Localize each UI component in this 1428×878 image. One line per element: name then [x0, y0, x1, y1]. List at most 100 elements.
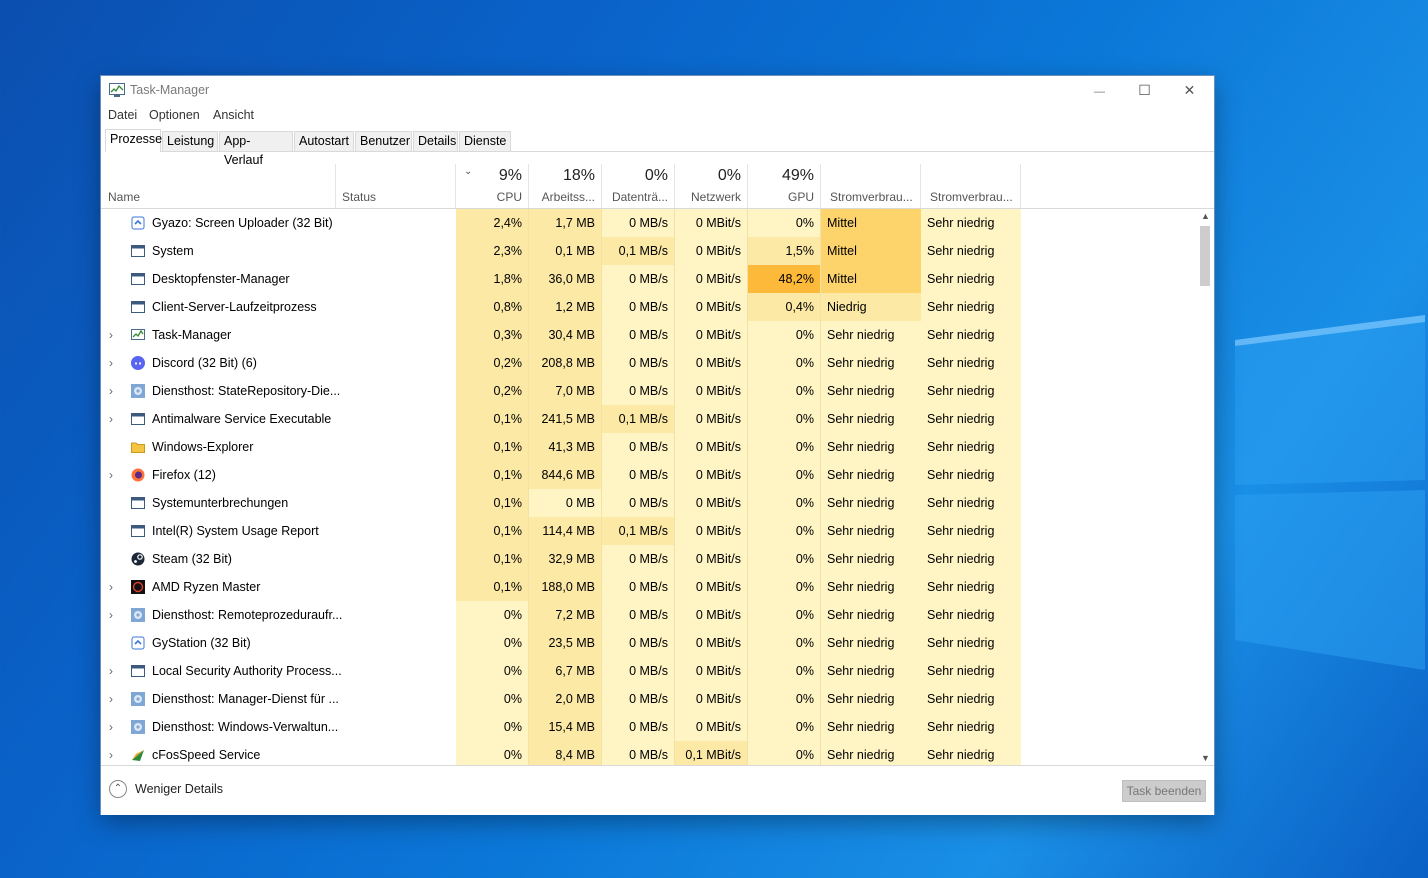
cell-net: 0 MBit/s	[675, 685, 748, 713]
table-row[interactable]: › Discord (32 Bit) (6) 0,2% 208,8 MB 0 MB/s 0…	[101, 349, 1197, 377]
table-row[interactable]: › AMD Ryzen Master 0,1% 188,0 MB 0 MB/s 0 MBi…	[101, 573, 1197, 601]
cell-disk: 0 MB/s	[602, 573, 675, 601]
column-gpu-percent: 49%	[781, 167, 814, 184]
chevron-right-icon[interactable]: ›	[109, 657, 113, 685]
chevron-right-icon[interactable]: ›	[109, 349, 113, 377]
process-name: Task-Manager	[152, 328, 232, 342]
column-name[interactable]: Name	[101, 164, 336, 208]
table-row[interactable]: Steam (32 Bit) 0,1% 32,9 MB 0 MB/s 0 MBit/s 0…	[101, 545, 1197, 573]
cell-power-trend: Sehr niedrig	[921, 545, 1021, 573]
table-row[interactable]: › Local Security Authority Process... 0% 6,…	[101, 657, 1197, 685]
tab-details[interactable]: Details	[413, 131, 458, 151]
chevron-right-icon[interactable]: ›	[109, 461, 113, 489]
windows-logo-background	[1235, 315, 1425, 670]
column-power[interactable]: Stromverbrau...	[821, 164, 921, 208]
menu-optionen[interactable]: Optionen	[149, 108, 200, 122]
close-button[interactable]: ✕	[1167, 76, 1212, 104]
cell-power-trend: Sehr niedrig	[921, 321, 1021, 349]
tab-autostart[interactable]: Autostart	[294, 131, 354, 151]
column-network[interactable]: 0% Netzwerk	[675, 164, 748, 208]
cell-power-trend: Sehr niedrig	[921, 377, 1021, 405]
column-gpu[interactable]: 49% GPU	[748, 164, 821, 208]
minimize-button[interactable]: —	[1077, 76, 1122, 104]
tab-prozesse[interactable]: Prozesse	[105, 129, 162, 152]
chevron-right-icon[interactable]: ›	[109, 573, 113, 601]
chevron-right-icon[interactable]: ›	[109, 405, 113, 433]
cell-net: 0 MBit/s	[675, 657, 748, 685]
cell-cpu: 0%	[456, 741, 529, 765]
cell-net: 0 MBit/s	[675, 433, 748, 461]
table-row[interactable]: Client-Server-Laufzeitprozess 0,8% 1,2 MB 0…	[101, 293, 1197, 321]
column-network-percent: 0%	[717, 167, 741, 184]
chevron-right-icon[interactable]: ›	[109, 601, 113, 629]
table-row[interactable]: › Diensthost: Manager-Dienst für ... 0% 2,0…	[101, 685, 1197, 713]
cell-mem: 0,1 MB	[529, 237, 602, 265]
cell-power-trend: Sehr niedrig	[921, 741, 1021, 765]
chevron-right-icon[interactable]: ›	[109, 685, 113, 713]
task-manager-window: Task-Manager — ☐ ✕ Datei Optionen Ansich…	[101, 76, 1214, 815]
tab-benutzer[interactable]: Benutzer	[355, 131, 412, 151]
column-power-trend-label: Stromverbrau...	[930, 190, 1013, 204]
scrollbar-thumb[interactable]	[1200, 226, 1210, 286]
table-row[interactable]: Windows-Explorer 0,1% 41,3 MB 0 MB/s 0 MBit/…	[101, 433, 1197, 461]
scroll-down-icon[interactable]: ▼	[1197, 753, 1214, 763]
cell-mem: 114,4 MB	[529, 517, 602, 545]
cell-mem: 844,6 MB	[529, 461, 602, 489]
cell-cpu: 0%	[456, 601, 529, 629]
column-memory[interactable]: 18% Arbeitss...	[529, 164, 602, 208]
cell-net: 0 MBit/s	[675, 517, 748, 545]
column-power-trend[interactable]: Stromverbrau...	[921, 164, 1021, 208]
column-status[interactable]: Status	[336, 164, 456, 208]
table-row[interactable]: › cFosSpeed Service 0% 8,4 MB 0 MB/s 0,1 MBit…	[101, 741, 1197, 765]
table-row[interactable]: GyStation (32 Bit) 0% 23,5 MB 0 MB/s 0 MBit/…	[101, 629, 1197, 657]
chevron-right-icon[interactable]: ›	[109, 321, 113, 349]
table-row[interactable]: › Diensthost: Windows-Verwaltun... 0% 15,4 …	[101, 713, 1197, 741]
table-row[interactable]: System 2,3% 0,1 MB 0,1 MB/s 0 MBit/s 1,5% Mitt…	[101, 237, 1197, 265]
end-task-button[interactable]: Task beenden	[1122, 780, 1206, 802]
table-row[interactable]: › Antimalware Service Executable 0,1% 241,5…	[101, 405, 1197, 433]
cell-power-trend: Sehr niedrig	[921, 713, 1021, 741]
close-icon: ✕	[1183, 82, 1196, 98]
process-name: Diensthost: Manager-Dienst für ...	[152, 692, 339, 706]
table-row[interactable]: › Task-Manager 0,3% 30,4 MB 0 MB/s 0 MBit/s 0%…	[101, 321, 1197, 349]
scroll-up-icon[interactable]: ▲	[1197, 211, 1214, 221]
table-row[interactable]: Gyazo: Screen Uploader (32 Bit) 2,4% 1,7 M…	[101, 209, 1197, 237]
window-icon	[131, 273, 145, 285]
vertical-scrollbar[interactable]: ▲ ▼	[1197, 209, 1214, 765]
discord-icon	[131, 356, 145, 370]
cell-disk: 0 MB/s	[602, 377, 675, 405]
column-disk-percent: 0%	[644, 167, 668, 184]
cell-disk: 0 MB/s	[602, 433, 675, 461]
table-row[interactable]: Desktopfenster-Manager 1,8% 36,0 MB 0 MB/s 0…	[101, 265, 1197, 293]
table-row[interactable]: Intel(R) System Usage Report 0,1% 114,4 MB…	[101, 517, 1197, 545]
cell-cpu: 0,1%	[456, 489, 529, 517]
title-bar[interactable]: Task-Manager — ☐ ✕	[101, 76, 1214, 104]
tab-app-verlauf[interactable]: App-Verlauf	[219, 131, 293, 167]
cell-gpu: 0%	[748, 405, 821, 433]
tab-dienste[interactable]: Dienste	[459, 131, 511, 151]
cell-disk: 0,1 MB/s	[602, 405, 675, 433]
cell-mem: 8,4 MB	[529, 741, 602, 765]
table-row[interactable]: › Diensthost: StateRepository-Die... 0,2% 7…	[101, 377, 1197, 405]
maximize-button[interactable]: ☐	[1122, 76, 1167, 104]
column-header: Name Status ⌄ 9% CPU 18% Arbeitss... 0% …	[101, 164, 1214, 209]
column-disk[interactable]: 0% Datenträ...	[602, 164, 675, 208]
table-row[interactable]: › Diensthost: Remoteprozeduraufr... 0% 7,2 …	[101, 601, 1197, 629]
table-row[interactable]: Systemunterbrechungen 0,1% 0 MB 0 MB/s 0 MBi…	[101, 489, 1197, 517]
chevron-right-icon[interactable]: ›	[109, 713, 113, 741]
column-cpu[interactable]: ⌄ 9% CPU	[456, 164, 529, 208]
cell-power: Sehr niedrig	[821, 629, 921, 657]
table-row[interactable]: › Firefox (12) 0,1% 844,6 MB 0 MB/s 0 MBit/s 0…	[101, 461, 1197, 489]
column-name-label: Name	[108, 190, 141, 204]
menu-datei[interactable]: Datei	[108, 108, 137, 122]
column-status-label: Status	[342, 190, 377, 204]
cell-gpu: 0%	[748, 433, 821, 461]
chevron-right-icon[interactable]: ›	[109, 741, 113, 765]
tab-leistung[interactable]: Leistung	[162, 131, 218, 151]
cell-power-trend: Sehr niedrig	[921, 209, 1021, 237]
menu-ansicht[interactable]: Ansicht	[213, 108, 254, 122]
window-icon	[131, 413, 145, 425]
cell-net: 0 MBit/s	[675, 405, 748, 433]
chevron-right-icon[interactable]: ›	[109, 377, 113, 405]
cell-net: 0 MBit/s	[675, 461, 748, 489]
